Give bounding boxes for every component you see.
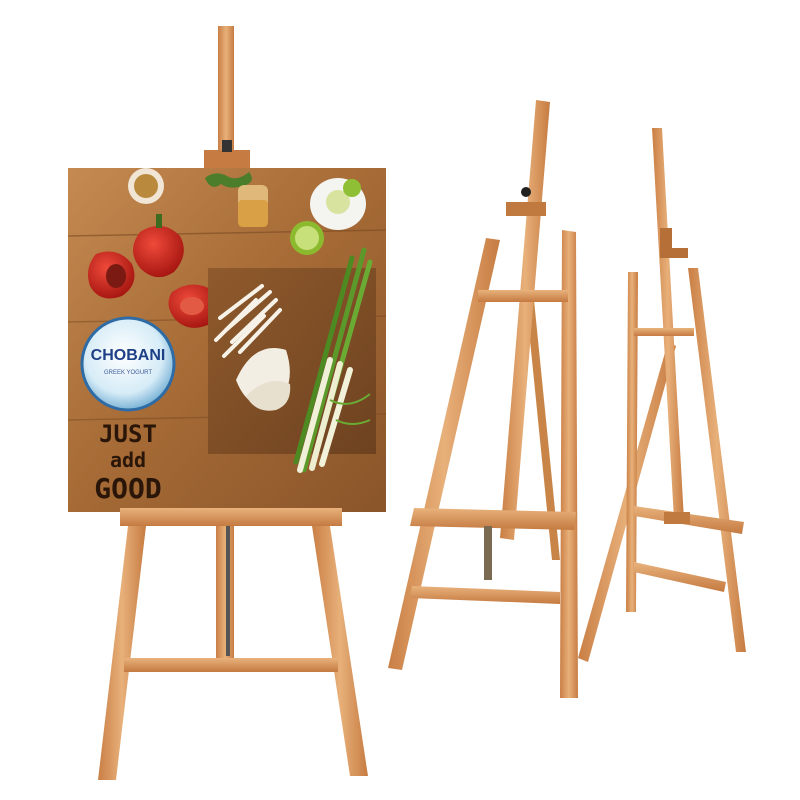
- easel-top-crossbar: [634, 328, 694, 336]
- easel-top-crossbar: [478, 290, 568, 302]
- easel-center-rail: [216, 526, 234, 664]
- easel-leg-right: [312, 526, 368, 776]
- easel-leg-right: [688, 268, 746, 652]
- easel-side-view: [578, 128, 746, 662]
- slogan-good: GOOD: [94, 472, 161, 505]
- poster: CHOBANI GREEK YOGURT JUST add GOOD: [67, 168, 387, 512]
- easel-leg-left: [388, 238, 500, 670]
- slogan-just: JUST: [99, 420, 157, 448]
- easel-crossbar: [124, 658, 338, 672]
- easel-ledge: [120, 508, 342, 526]
- brand-name: CHOBANI: [91, 347, 166, 364]
- easel-lower-crossbar: [410, 586, 560, 604]
- easel-mast: [500, 100, 550, 540]
- easel-leg-left: [98, 526, 146, 780]
- yogurt-cup: CHOBANI GREEK YOGURT: [80, 316, 176, 412]
- top-clamp: [204, 150, 250, 170]
- brand-subtitle: GREEK YOGURT: [104, 370, 152, 376]
- easel-leg-left: [626, 272, 638, 612]
- easel-lower-crossbar: [634, 562, 726, 592]
- top-clamp: [506, 202, 546, 216]
- easel-with-poster: CHOBANI GREEK YOGURT JUST add GOOD: [67, 26, 387, 780]
- easel-mast: [652, 128, 684, 520]
- product-photo-scene: CHOBANI GREEK YOGURT JUST add GOOD: [67, 26, 746, 780]
- easel-front-view: [388, 100, 578, 698]
- slogan-add: add: [110, 448, 146, 472]
